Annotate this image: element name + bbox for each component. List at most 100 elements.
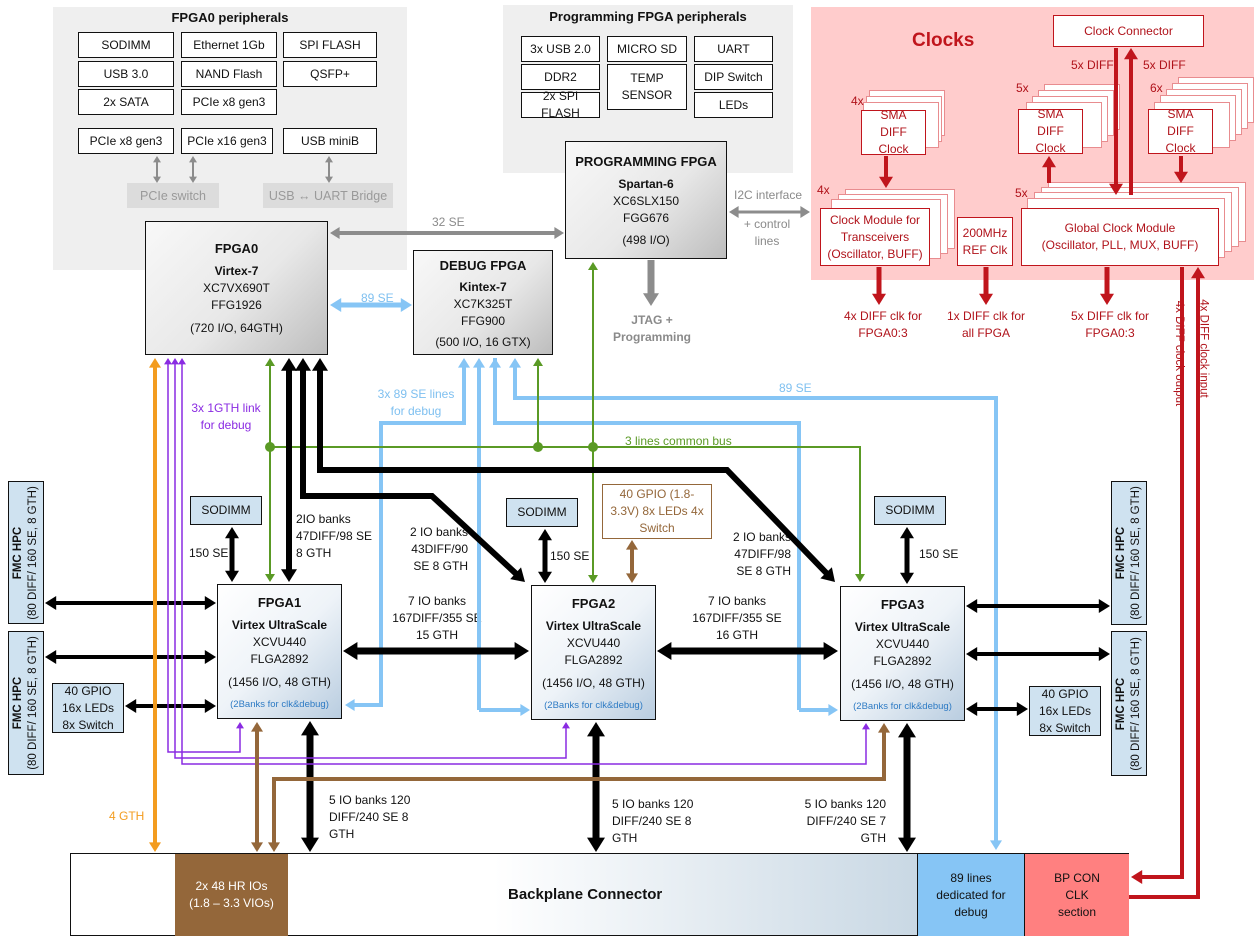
fmc-hpc-left-1: FMC HPC (80 DIFF/ 160 SE, 8 GTH) [8,481,44,624]
arrowhead-icon [823,642,838,660]
debug-line-fpga1 [379,366,466,707]
backplane-hr-ios: 2x 48 HR IOs (1.8 – 3.3 VIOs) [175,854,288,936]
junction-dot [533,442,543,452]
arrowhead-icon [588,575,598,583]
fmc-hpc-right-2: FMC HPC (80 DIFF/ 160 SE, 8 GTH) [1111,631,1147,776]
arrowhead-icon [562,722,570,729]
arrowhead-icon [1191,267,1205,279]
fmc-title: FMC HPC [1115,526,1127,580]
arrowhead-icon [164,358,172,365]
fpga3-part: XCVU440 [875,637,930,651]
arrowhead-icon [588,262,598,270]
arrowhead-icon [729,206,739,218]
arrowhead-icon [189,176,197,183]
arrowhead-icon [489,358,501,368]
junction-dot [588,442,598,452]
backplane-clk-section: BP CON CLK section [1024,854,1129,936]
arrowhead-icon [268,842,280,852]
arrowhead-icon [872,293,886,305]
sodimm-fpga1: SODIMM [190,496,262,525]
fpga3-package: FLGA2892 [873,654,932,668]
arrowhead-icon [125,699,137,713]
backplane-debug-lines: 89 lines dedicated for debug [917,854,1024,936]
arrowhead-icon [325,156,333,163]
arrowhead-icon [325,176,333,183]
arrowhead-icon [1098,599,1110,613]
arrowhead-icon [345,699,355,711]
arrowhead-icon [225,527,239,539]
arrowhead-icon [855,574,865,582]
arrowhead-icon [879,176,893,188]
arrowhead-icon [1124,48,1138,60]
arrowhead-icon [587,722,605,737]
fmc-title: FMC HPC [1115,677,1127,730]
fpga1-package: FLGA2892 [250,652,309,666]
arrowhead-icon [458,358,470,368]
arrowhead-icon [509,358,521,368]
arrowhead-icon [520,704,530,716]
arrowhead-icon [966,702,978,716]
connector-lines [45,48,1205,899]
arrowhead-icon [301,837,319,852]
arrowhead-icon [236,722,244,729]
arrowhead-icon [204,650,216,664]
arrowhead-icon [514,642,529,660]
arrowhead-icon [1109,183,1123,195]
arrowhead-icon [966,599,978,613]
arrowhead-icon [400,298,412,312]
fmc-detail: (80 DIFF/ 160 SE, 8 GTH) [1130,636,1142,771]
arrowhead-icon [898,837,916,852]
fpga1[interactable]: FPGA1 Virtex UltraScale XCVU440 FLGA2892… [217,584,342,719]
fpga3[interactable]: FPGA3 Virtex UltraScale XCVU440 FLGA2892… [840,586,965,721]
fpga2-title: FPGA2 [571,596,616,611]
gpio-mid: 40 GPIO (1.8-3.3V) 8x LEDs 4x Switch [602,484,712,539]
arrowhead-icon [251,722,263,732]
arrowhead-icon [153,156,161,163]
arrowhead-icon [657,642,672,660]
arrowhead-icon [626,573,638,583]
arrowhead-icon [1174,171,1188,183]
fmc-title: FMC HPC [12,676,24,730]
arrowhead-icon [862,723,870,730]
junction-dot [265,442,275,452]
fpga3-note: (2Banks for clk&debug) [853,701,952,712]
arrowhead-icon [45,596,57,610]
fpga3-io: (1456 I/O, 48 GTH) [851,677,954,691]
arrowhead-icon [1042,156,1056,168]
fmc-hpc-left-2: FMC HPC (80 DIFF/ 160 SE, 8 GTH) [8,631,44,775]
arrowhead-icon [178,358,186,365]
arrowhead-icon [800,206,810,218]
arrowhead-icon [554,227,564,239]
arrowhead-icon [204,699,216,713]
fmc-detail: (80 DIFF/ 160 SE, 8 GTH) [1130,486,1142,620]
sodimm-fpga3: SODIMM [874,496,946,525]
arrowhead-icon [149,842,161,852]
arrowhead-icon [251,842,263,852]
arrowhead-icon [265,574,275,582]
gpio-right: 40 GPIO 16x LEDs 8x Switch [1029,686,1101,736]
arrowhead-icon [587,837,605,852]
arrowhead-icon [149,358,161,368]
arrowhead-icon [281,569,297,582]
fpga2[interactable]: FPGA2 Virtex UltraScale XCVU440 FLGA2892… [531,585,656,720]
fpga3-title: FPGA3 [880,597,925,612]
arrowhead-icon [225,570,239,582]
arrowhead-icon [643,293,659,306]
fpga2-part: XCVU440 [566,636,621,650]
fmc-title: FMC HPC [12,526,24,579]
arrowhead-icon [281,358,297,371]
fpga1-family: Virtex UltraScale [231,618,328,632]
arrowhead-icon [45,650,57,664]
fpga2-note: (2Banks for clk&debug) [544,700,643,711]
fpga1-note: (2Banks for clk&debug) [230,699,329,710]
arrowhead-icon [979,293,993,305]
arrowhead-icon [1098,647,1110,661]
arrowhead-icon [626,540,638,550]
arrowhead-icon [343,642,358,660]
arrowhead-icon [330,298,342,312]
arrowhead-icon [153,176,161,183]
arrowhead-icon [538,529,552,541]
arrowhead-icon [900,527,914,539]
fpga1-part: XCVU440 [252,635,307,649]
arrowhead-icon [295,358,311,371]
